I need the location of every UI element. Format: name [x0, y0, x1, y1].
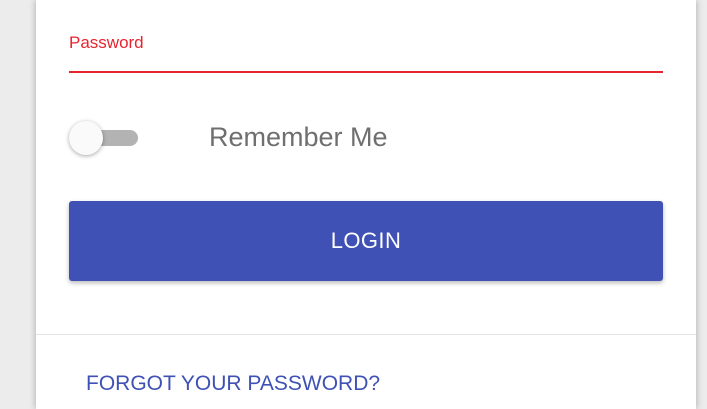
password-field[interactable]: Password [69, 30, 663, 74]
remember-me-label[interactable]: Remember Me [209, 122, 388, 153]
forgot-password-link[interactable]: FORGOT YOUR PASSWORD? [86, 372, 380, 396]
remember-me-toggle[interactable] [69, 121, 141, 155]
remember-me-row: Remember Me [69, 115, 469, 159]
login-button[interactable]: LOGIN [69, 201, 663, 281]
login-page: Password Remember Me LOGIN FORGOT YOUR P… [0, 0, 707, 409]
password-underline [69, 71, 663, 73]
password-input[interactable] [69, 30, 663, 72]
toggle-thumb [69, 121, 103, 155]
login-card: Password Remember Me LOGIN FORGOT YOUR P… [36, 0, 696, 409]
divider [36, 334, 696, 335]
